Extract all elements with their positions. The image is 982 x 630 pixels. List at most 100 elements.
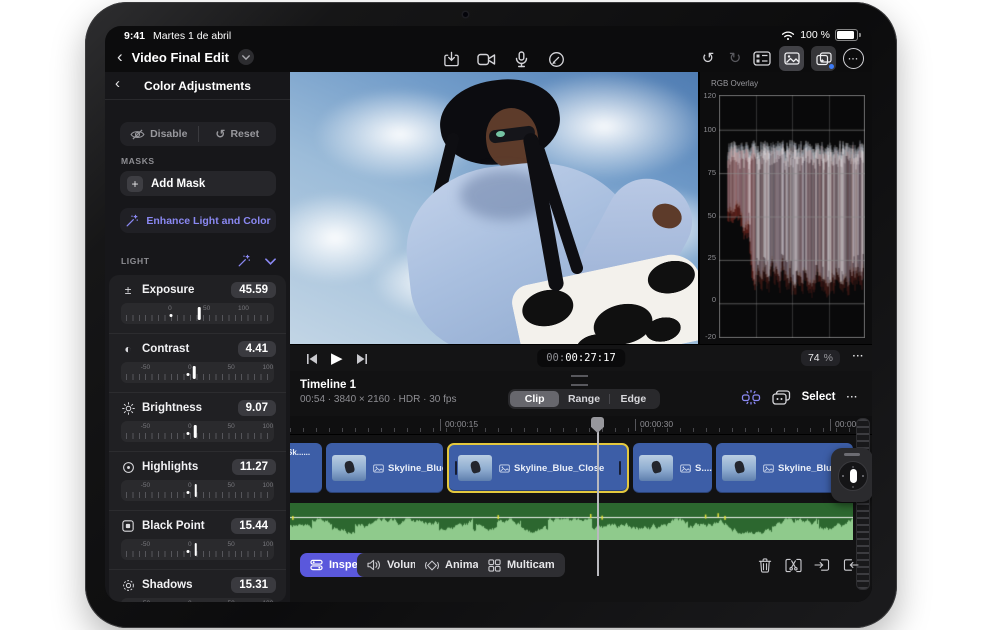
slider-value[interactable]: 11.27: [231, 459, 276, 475]
clip-skyline-blue-close-selected[interactable]: Skyline_Blue_Close: [447, 443, 629, 493]
clip-media-icon: [680, 464, 691, 472]
highlights-slider-track[interactable]: -50 0 50 100: [121, 480, 274, 501]
timecode-display[interactable]: 00:00:27:17: [537, 349, 625, 367]
light-collapse-chevron-icon[interactable]: [265, 257, 276, 265]
scope-y-label: 0: [711, 295, 716, 304]
microphone-button[interactable]: [511, 48, 531, 70]
viewer-zoom-control[interactable]: 74 %: [800, 350, 840, 366]
clock: 9:41: [124, 30, 146, 42]
exposure-slider-track[interactable]: 0 50 100: [121, 303, 274, 324]
delete-button[interactable]: [756, 556, 774, 574]
slider-value[interactable]: 9.07: [237, 400, 276, 416]
slider-value[interactable]: 15.31: [231, 577, 276, 593]
timeline-more-button[interactable]: ···: [847, 392, 859, 403]
slider-name: Exposure: [142, 284, 195, 296]
clip-media-icon: [499, 464, 510, 472]
slider-value[interactable]: 4.41: [237, 341, 276, 357]
video-preview[interactable]: [290, 72, 698, 344]
jog-wheel[interactable]: [831, 448, 872, 502]
magnetic-timeline-icon[interactable]: [741, 389, 761, 405]
battery-icon: [835, 29, 861, 41]
zoom-unit: %: [823, 352, 833, 364]
mode-edge[interactable]: Edge: [608, 391, 658, 407]
scope-y-label: 50: [707, 211, 716, 220]
audio-track[interactable]: [290, 503, 853, 540]
keyframe-icon: [425, 559, 439, 571]
mode-range[interactable]: Range: [559, 391, 608, 407]
clip-s-partial[interactable]: S......: [633, 443, 712, 493]
ruler-label: 00:00:30: [635, 419, 673, 431]
shadows-slider-track[interactable]: -50050100: [121, 598, 274, 602]
multicam-button[interactable]: Multicam: [478, 553, 565, 577]
battery-percent: 100 %: [800, 29, 830, 41]
viewer-more-button[interactable]: ···: [853, 351, 865, 362]
redo-button[interactable]: ↻: [725, 48, 745, 70]
timeline-ruler[interactable]: 00:00:15 00:00:30 00:00:45: [290, 416, 872, 435]
skip-back-button[interactable]: [306, 353, 318, 365]
enhance-light-color-button[interactable]: Enhance Light and Color: [120, 208, 276, 233]
undo-button[interactable]: ↺: [698, 48, 718, 70]
scope-y-label: 120: [703, 91, 716, 100]
timeline-drag-handle[interactable]: [571, 375, 588, 386]
masks-section-label: MASKS: [121, 156, 155, 166]
slider-value[interactable]: 15.44: [231, 518, 276, 534]
browser-button[interactable]: [752, 48, 772, 70]
disable-button[interactable]: Disable: [120, 122, 198, 146]
select-button[interactable]: Select: [802, 391, 836, 403]
black-point-icon: [121, 520, 135, 532]
skip-forward-button[interactable]: [356, 353, 368, 365]
clip-label: S......: [695, 462, 712, 474]
project-title[interactable]: Video Final Edit: [132, 50, 229, 65]
scope-title: RGB Overlay: [711, 79, 759, 88]
disable-label: Disable: [150, 128, 188, 140]
plus-icon: +: [127, 175, 143, 192]
slider-name: Highlights: [142, 461, 199, 473]
jog-dial[interactable]: [838, 461, 868, 491]
back-chevron-icon[interactable]: ‹: [117, 47, 123, 67]
date: Martes 1 de abril: [153, 30, 232, 42]
append-clip-button[interactable]: [842, 556, 860, 574]
mode-clip[interactable]: Clip: [510, 391, 560, 407]
color-adjustments-panel: ‹ Color Adjustments Disable ↺ Reset MASK…: [105, 72, 290, 602]
speaker-icon: [367, 559, 380, 571]
pencil-button[interactable]: [546, 48, 566, 70]
clip-skyline-partial[interactable]: Sk......: [290, 443, 322, 493]
light-sliders-group: ± Exposure 45.59 0 50 100 ◐ Contrast 4.4…: [109, 275, 286, 602]
play-button[interactable]: ▶: [331, 351, 343, 366]
title-dropdown-button[interactable]: [237, 49, 254, 65]
disable-reset-group: Disable ↺ Reset: [120, 122, 276, 146]
rgb-overlay-scope: RGB Overlay 120 100 75 50 25 0 -20: [698, 72, 872, 344]
clip-thumbnail: [639, 455, 673, 481]
slider-name: Shadows: [142, 579, 193, 591]
more-options-button[interactable]: ···: [843, 48, 864, 69]
clip-skyline-blue-wide[interactable]: Skyline_Blue_Wide: [326, 443, 443, 493]
effects-active-dot: [828, 63, 834, 69]
page: 9:41 Martes 1 de abril 100 % ‹ Video Fin…: [0, 0, 982, 630]
import-button[interactable]: [441, 48, 461, 70]
contrast-slider-track[interactable]: -50 0 50 100: [121, 362, 274, 383]
app-screen: 9:41 Martes 1 de abril 100 % ‹ Video Fin…: [105, 26, 872, 602]
add-mask-button[interactable]: + Add Mask: [120, 171, 276, 196]
blade-split-button[interactable]: [784, 556, 802, 574]
slider-value[interactable]: 45.59: [231, 282, 276, 298]
light-section-header: LIGHT: [121, 252, 276, 270]
light-section-label: LIGHT: [121, 256, 150, 266]
black-point-slider-track[interactable]: -50 0 50 100: [121, 539, 274, 560]
front-camera: [463, 12, 468, 17]
reset-button[interactable]: ↺ Reset: [199, 122, 277, 146]
zoom-value: 74: [807, 352, 820, 364]
effects-button[interactable]: [811, 46, 836, 71]
magic-wand-icon: [126, 214, 139, 226]
brightness-slider-track[interactable]: -50 0 50 100: [121, 421, 274, 442]
insert-overwrite-button[interactable]: [813, 556, 831, 574]
audio-waveform-canvas: [290, 503, 853, 540]
scope-plot: [719, 95, 865, 338]
timecode-value: 00:27:17: [565, 352, 616, 364]
wifi-icon: [781, 30, 795, 41]
timeline-name: Timeline 1: [300, 379, 357, 391]
light-wand-icon[interactable]: [237, 254, 251, 268]
media-browser-button[interactable]: [779, 46, 804, 71]
camera-button[interactable]: [476, 48, 496, 70]
select-tool-icon[interactable]: [771, 389, 791, 405]
ipad-device: 9:41 Martes 1 de abril 100 % ‹ Video Fin…: [85, 2, 897, 628]
